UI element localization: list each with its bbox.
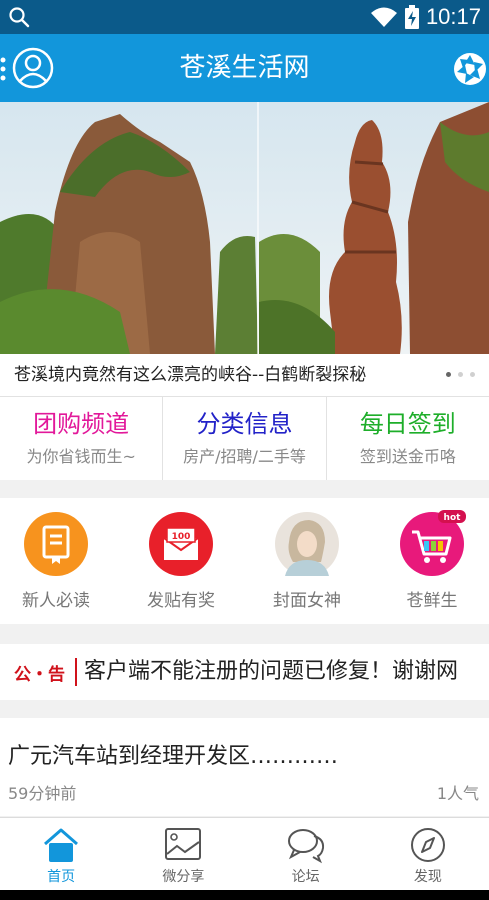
channel-title: 分类信息 (196, 410, 293, 438)
hot-badge: hot (444, 513, 462, 523)
notice-message: 客户端不能注册的问题已修复！谢谢网 (84, 659, 459, 684)
wifi-icon (370, 7, 397, 27)
banner-caption-bar: 苍溪境内竟然有这么漂亮的峡谷--白鹤断裂探秘 (0, 354, 489, 396)
home-icon (44, 828, 79, 862)
compass-icon (410, 828, 445, 862)
shopping-cart-icon: hot (400, 510, 466, 576)
shortcut-label: 封面女神 (273, 591, 341, 611)
chat-bubbles-icon (287, 829, 324, 864)
tab-label: 论坛 (291, 869, 320, 885)
channel-title: 每日签到 (359, 410, 456, 438)
shortcut-post-reward[interactable]: 100 发贴有奖 (126, 512, 236, 611)
tab-label: 首页 (47, 869, 76, 885)
post-title: 广元汽车站到经理开发区………… (8, 744, 339, 769)
book-icon (24, 512, 88, 576)
channel-group-buy[interactable]: 团购频道 为你省钱而生~ (0, 397, 164, 480)
post-views: 1人气 (436, 784, 479, 803)
clock-time: 10:17 (425, 4, 481, 29)
tab-forum[interactable]: 论坛 (245, 818, 367, 890)
notice-tag: 公・告 (14, 665, 65, 685)
aperture-icon[interactable] (453, 52, 487, 86)
money-envelope-icon: 100 (149, 512, 213, 576)
app-header: 苍溪生活网 (0, 34, 489, 102)
svg-text:100: 100 (172, 532, 191, 542)
bottom-tab-bar: 首页 微分享 论坛 发现 (0, 817, 489, 890)
banner-caption[interactable]: 苍溪境内竟然有这么漂亮的峡谷--白鹤断裂探秘 (14, 354, 366, 396)
channel-daily-checkin[interactable]: 每日签到 签到送金币咯 (327, 397, 489, 480)
channel-classifieds[interactable]: 分类信息 房产/招聘/二手等 (163, 397, 327, 480)
carousel-dot-2[interactable] (458, 372, 463, 377)
banner-image (0, 102, 489, 354)
channel-subtitle: 签到送金币咯 (359, 447, 456, 466)
carousel-dot-1[interactable] (446, 372, 451, 377)
tab-label: 微分享 (162, 869, 205, 885)
shortcut-label: 苍鲜生 (406, 591, 458, 611)
shortcut-grid: 新人必读 100 发贴有奖 封面女神 hot 苍鲜生 (0, 498, 489, 624)
channel-title: 团购频道 (33, 410, 130, 438)
page-title: 苍溪生活网 (179, 53, 310, 83)
notice-bar[interactable]: 公・告 客户端不能注册的问题已修复！谢谢网 (0, 644, 489, 700)
channel-subtitle: 为你省钱而生~ (26, 447, 136, 466)
carousel-indicator (446, 372, 475, 377)
tab-home[interactable]: 首页 (0, 818, 122, 890)
notice-divider (75, 658, 77, 686)
shortcut-cover-girl[interactable]: 封面女神 (252, 512, 362, 611)
carousel-dot-3[interactable] (470, 372, 475, 377)
tab-discover[interactable]: 发现 (367, 818, 489, 890)
post-time: 59分钟前 (8, 784, 77, 803)
system-nav-strip (0, 890, 489, 900)
banner-carousel[interactable] (0, 102, 489, 354)
search-icon[interactable] (8, 6, 30, 28)
shortcut-fresh-market[interactable]: hot 苍鲜生 (377, 510, 487, 611)
shortcut-label: 发贴有奖 (147, 591, 215, 611)
status-bar: 10:17 (0, 0, 489, 34)
cover-girl-photo (275, 512, 339, 576)
tab-label: 发现 (413, 869, 442, 885)
tab-micro-share[interactable]: 微分享 (122, 818, 244, 890)
shortcut-newbie-guide[interactable]: 新人必读 (1, 512, 111, 611)
channel-subtitle: 房产/招聘/二手等 (183, 447, 306, 466)
image-icon (165, 828, 202, 860)
post-list-item[interactable]: 广元汽车站到经理开发区………… 59分钟前 1人气 (0, 718, 489, 816)
shortcut-label: 新人必读 (22, 591, 90, 611)
battery-icon (404, 5, 419, 29)
channel-row: 团购频道 为你省钱而生~ 分类信息 房产/招聘/二手等 每日签到 签到送金币咯 (0, 396, 489, 480)
